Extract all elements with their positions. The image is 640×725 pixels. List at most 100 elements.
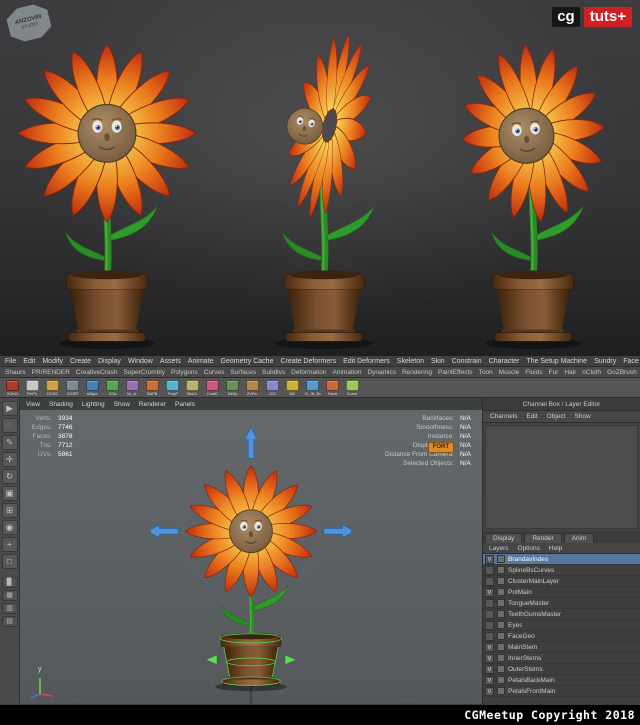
menu-item[interactable]: Edit [23,358,35,365]
tool-button[interactable]: ◉ [2,520,18,535]
shelf-tab[interactable]: Deformation [291,369,326,376]
layer-visibility-toggle[interactable] [485,632,494,641]
shelf-button[interactable]: ZVPa: [244,380,261,396]
layer-editor-menu-item[interactable]: Options [518,545,540,552]
menu-item[interactable]: Assets [160,358,181,365]
shelf-tab[interactable]: PR/RENDER [32,369,70,376]
layer-visibility-toggle[interactable] [485,577,494,586]
layer-editor-tab[interactable]: Anim [564,533,595,543]
shelf-button[interactable]: PlnPh [24,380,41,396]
layer-visibility-toggle[interactable]: V [485,687,494,696]
menu-item[interactable]: Edit Deformers [343,358,390,365]
shelf-tab[interactable]: CreativeCrash [76,369,118,376]
shelf-tab[interactable]: SuperCrumbly [123,369,165,376]
shelf-tab[interactable]: Surfaces [230,369,256,376]
panel-menu-item[interactable]: Renderer [139,401,166,408]
shelf-tab[interactable]: GoZBrush [607,369,637,376]
shelf-button[interactable]: sDkpc [84,380,101,396]
shelf-button[interactable]: Cr_IN_Bc [304,380,321,396]
layer-row[interactable]: V PotMain [483,587,640,598]
shelf-tab[interactable]: Dynamics [367,369,396,376]
layer-color-swatch[interactable] [497,654,505,662]
shelf-button[interactable]: Curso [344,380,361,396]
shelf-button[interactable]: DODC [44,380,61,396]
layer-color-swatch[interactable] [497,588,505,596]
layer-color-swatch[interactable] [497,566,505,574]
layer-color-swatch[interactable] [497,577,505,585]
layer-visibility-toggle[interactable] [485,566,494,575]
layer-row[interactable]: V OuterStems [483,664,640,675]
tool-button[interactable]: ▶ [2,401,18,416]
shelf-button[interactable]: ContC [204,380,221,396]
panel-menu-item[interactable]: Shading [49,401,73,408]
layer-visibility-toggle[interactable]: V [485,588,494,597]
channel-box-menu-item[interactable]: Object [547,413,566,420]
menu-item[interactable]: Character [489,358,520,365]
layer-color-swatch[interactable] [497,599,505,607]
layer-visibility-toggle[interactable]: V [485,643,494,652]
menu-item[interactable]: Create Deformers [280,358,336,365]
tool-button[interactable]: ✎ [2,435,18,450]
layer-visibility-toggle[interactable]: V [485,665,494,674]
layer-visibility-toggle[interactable]: V [485,654,494,663]
menu-item[interactable]: Display [98,358,121,365]
layer-row[interactable]: Eyes [483,620,640,631]
channel-box-menu-item[interactable]: Show [574,413,590,420]
shelf-button[interactable]: DGa [104,380,121,396]
channel-box-menu-item[interactable]: Edit [526,413,537,420]
viewport[interactable]: ViewShadingLightingShowRendererPanels Ve… [20,398,482,704]
shelf-tab[interactable]: Fluids [525,369,542,376]
layer-color-swatch[interactable] [497,687,505,695]
layer-color-swatch[interactable] [497,632,505,640]
layer-visibility-toggle[interactable] [485,610,494,619]
layer-color-swatch[interactable] [497,676,505,684]
shelf-tab[interactable]: Curves [204,369,225,376]
layer-row[interactable]: TeethGumsMaster [483,609,640,620]
menu-item[interactable]: Sundry [594,358,616,365]
layer-visibility-toggle[interactable]: V [485,555,494,564]
layer-color-swatch[interactable] [497,643,505,651]
shelf-button[interactable]: Facet [324,380,341,396]
tool-button[interactable]: □ [2,554,18,569]
layer-editor-menu-item[interactable]: Layers [489,545,509,552]
tool-button[interactable]: ▣ [2,486,18,501]
layer-editor-tab[interactable]: Render [524,533,561,543]
channel-box-menu-item[interactable]: Channels [490,413,517,420]
layer-editor-tab[interactable]: Display [485,533,522,543]
tool-button[interactable]: ◌ [2,418,18,433]
menu-item[interactable]: Animate [188,358,214,365]
menu-item[interactable]: File [5,358,16,365]
tool-button[interactable]: + [2,537,18,552]
layout-button[interactable]: ▦ [2,590,18,601]
menu-item[interactable]: Window [128,358,153,365]
layer-color-swatch[interactable] [497,610,505,618]
layer-visibility-toggle[interactable]: V [485,676,494,685]
menu-item[interactable]: Face Machine [623,358,640,365]
shelf-button[interactable]: MZ [284,380,301,396]
menu-item[interactable]: Create [70,358,91,365]
layout-button[interactable]: ▉ [2,577,18,588]
layer-color-swatch[interactable] [497,555,505,563]
shelf-button[interactable]: JOC [264,380,281,396]
layer-row[interactable]: V PetalsFrontMain [483,686,640,697]
layer-editor-menu-item[interactable]: Help [549,545,562,552]
shelf-tab[interactable]: Animation [333,369,362,376]
shelf-tab[interactable]: Subdivs [262,369,285,376]
tool-button[interactable]: ⊞ [2,503,18,518]
shelf-tab[interactable]: Muscle [499,369,520,376]
shelf-tab[interactable]: Polygons [171,369,198,376]
shelf-button[interactable]: RAPB [144,380,161,396]
shelf-tab[interactable]: Hair [564,369,576,376]
layer-row[interactable]: V MainStem [483,642,640,653]
tool-button[interactable]: ↻ [2,469,18,484]
shelf-tab[interactable]: PaintEffects [438,369,473,376]
panel-menu-item[interactable]: Lighting [82,401,105,408]
tool-button[interactable]: ✛ [2,452,18,467]
menu-item[interactable]: Skeleton [397,358,424,365]
layer-visibility-toggle[interactable] [485,599,494,608]
shelf-button[interactable]: WizCr [184,380,201,396]
shelf-button[interactable]: DkSp [224,380,241,396]
layer-row[interactable]: ClusterMainLayer [483,576,640,587]
layout-button[interactable]: ▤ [2,616,18,627]
shelf-tab[interactable]: Rendering [402,369,432,376]
